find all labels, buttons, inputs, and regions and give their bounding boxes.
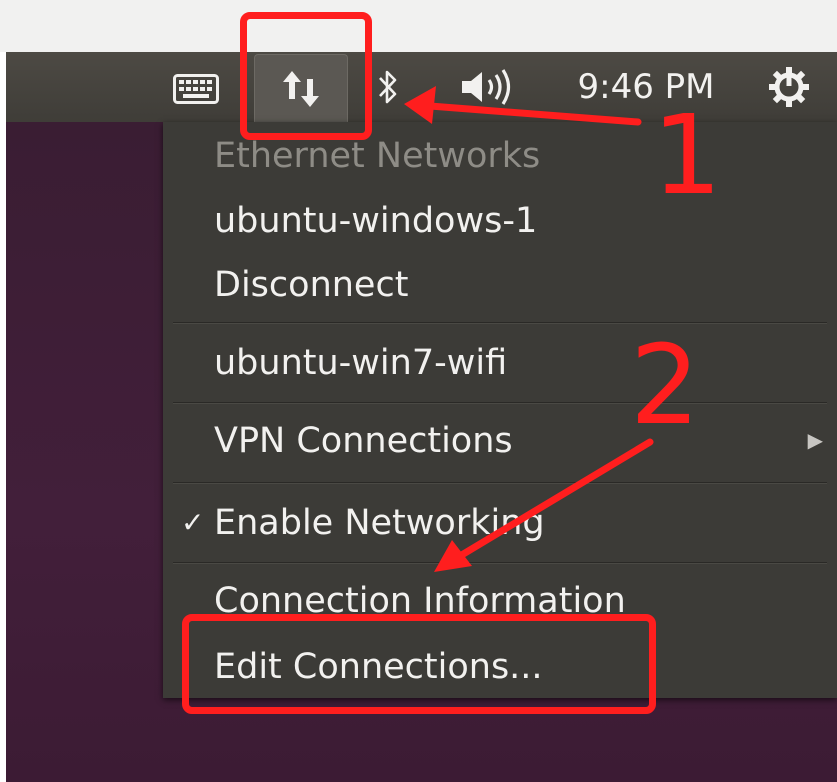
annotation-arrows: [404, 86, 654, 572]
arrow-1-head: [404, 86, 436, 124]
arrow-1: [426, 102, 642, 126]
arrow-2: [456, 438, 654, 560]
